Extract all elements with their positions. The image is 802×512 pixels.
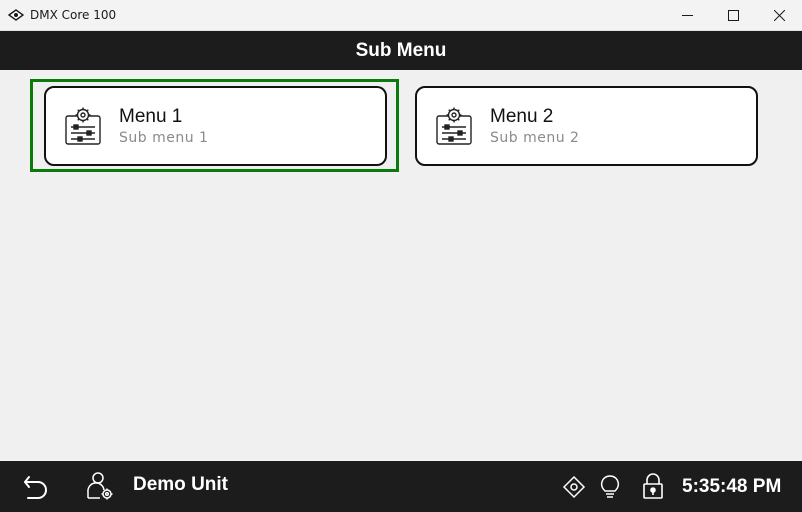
clock: 5:35:48 PM (682, 476, 782, 497)
menu-card-subtitle: Sub menu 2 (490, 130, 580, 146)
lock-icon (643, 473, 663, 499)
close-icon (773, 10, 785, 21)
page-header: Sub Menu (0, 31, 802, 70)
user-settings-button[interactable] (84, 470, 116, 502)
menu-grid: Menu 1 Sub menu 1 Menu 2 Sub menu 2 (0, 70, 802, 461)
locate-icon (562, 475, 586, 499)
user-settings-icon (87, 472, 113, 500)
unit-name: Demo Unit (133, 474, 228, 495)
window-title: DMX Core 100 (30, 8, 117, 22)
maximize-button[interactable] (710, 0, 756, 31)
minimize-button[interactable] (664, 0, 710, 31)
menu-card-title: Menu 2 (490, 106, 554, 127)
menu-card-1[interactable]: Menu 1 Sub menu 1 (44, 86, 387, 166)
menu-card-title: Menu 1 (119, 106, 183, 127)
maximize-icon (727, 10, 739, 21)
bottom-bar: Demo Unit 5:35:48 PM (0, 461, 802, 512)
settings-clipboard-icon (63, 106, 103, 146)
window-controls (664, 0, 802, 31)
window-titlebar: DMX Core 100 (0, 0, 802, 31)
app-logo-icon (8, 7, 24, 23)
lock-button[interactable] (641, 471, 665, 501)
settings-clipboard-icon (434, 106, 474, 146)
back-button[interactable] (20, 472, 52, 502)
minimize-icon (681, 15, 693, 16)
close-button[interactable] (756, 0, 802, 31)
menu-card-2[interactable]: Menu 2 Sub menu 2 (415, 86, 758, 166)
locate-button[interactable] (561, 474, 587, 500)
lightbulb-icon (600, 475, 620, 498)
page-title: Sub Menu (355, 39, 447, 61)
menu-card-subtitle: Sub menu 1 (119, 130, 209, 146)
lightbulb-button[interactable] (598, 473, 622, 501)
back-icon (24, 476, 47, 499)
